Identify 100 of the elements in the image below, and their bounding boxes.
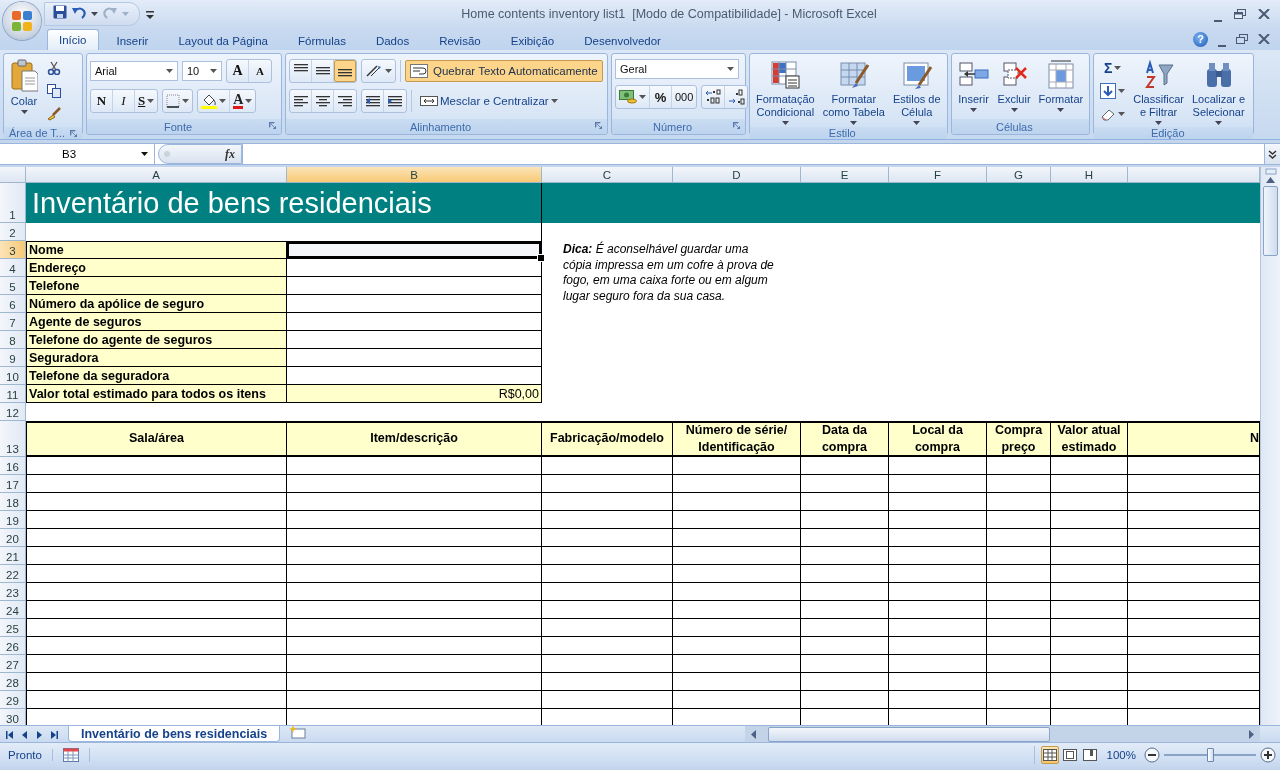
dialog-launcher-button[interactable] <box>70 130 79 139</box>
minus-circle-icon <box>1144 747 1160 763</box>
font-size-field[interactable]: 10 <box>182 61 222 81</box>
comma-style-button[interactable]: 000 <box>672 86 697 108</box>
slider-thumb[interactable] <box>1207 748 1214 762</box>
dialog-launcher-button[interactable] <box>733 122 742 131</box>
row-header[interactable]: 27 <box>0 655 26 673</box>
ribbon-tab[interactable]: Inserir <box>104 30 161 50</box>
value-cell[interactable] <box>287 331 542 349</box>
scroll-thumb[interactable] <box>1263 186 1278 256</box>
bold-button[interactable]: N <box>91 90 113 112</box>
ribbon-tab[interactable]: Dados <box>363 30 422 50</box>
zoom-out-button[interactable] <box>1144 747 1160 763</box>
fill-color-button[interactable] <box>198 90 231 112</box>
font-name-field[interactable]: Arial <box>90 61 178 81</box>
row-header[interactable]: 2 <box>0 223 26 241</box>
vertical-align-button[interactable] <box>334 60 356 82</box>
row-header[interactable]: 9 <box>0 349 26 367</box>
column-header[interactable]: C <box>542 167 673 183</box>
row-header[interactable]: 3 <box>0 241 26 259</box>
column-header[interactable]: G <box>987 167 1051 183</box>
ribbon-tab[interactable]: Desenvolvedor <box>572 30 673 50</box>
row-header[interactable]: 26 <box>0 637 26 655</box>
insert-button[interactable]: Inserir <box>954 56 993 112</box>
shrink-font-button[interactable]: A <box>249 60 271 82</box>
row-header[interactable]: 10 <box>0 367 26 385</box>
insert-function-button[interactable]: fx <box>225 146 235 162</box>
italic-button[interactable]: I <box>113 90 135 112</box>
office-button[interactable] <box>3 2 41 40</box>
name-box[interactable]: B3 <box>0 144 155 164</box>
column-header[interactable]: A <box>26 167 287 183</box>
delete-button[interactable]: Excluir <box>994 56 1034 112</box>
borders-icon <box>166 94 181 108</box>
row-header[interactable]: 7 <box>0 313 26 331</box>
scroll-thumb[interactable] <box>768 726 1050 742</box>
horizontal-scrollbar[interactable] <box>745 726 1260 742</box>
merge-center-button[interactable]: Mesclar e Centralizar <box>416 90 562 112</box>
fill-handle[interactable] <box>537 254 545 262</box>
dialog-launcher-button[interactable] <box>595 122 604 131</box>
dialog-launcher-button[interactable] <box>269 122 278 131</box>
column-header[interactable]: E <box>801 167 889 183</box>
row-header[interactable]: 4 <box>0 259 26 277</box>
percent-button[interactable]: % <box>650 86 672 108</box>
page-break-view-button[interactable] <box>1080 746 1099 764</box>
row-header[interactable]: 18 <box>0 493 26 511</box>
paste-button[interactable]: Colar <box>7 56 41 114</box>
row-header[interactable]: 29 <box>0 691 26 709</box>
value-cell[interactable] <box>287 259 542 277</box>
sort-button[interactable]: Classificar e Filtrar <box>1130 56 1187 125</box>
number-format-field[interactable]: Geral <box>615 59 739 79</box>
row-header[interactable]: 22 <box>0 565 26 583</box>
column-header[interactable]: F <box>889 167 987 183</box>
selected-cell[interactable] <box>286 241 542 259</box>
row-header[interactable]: 23 <box>0 583 26 601</box>
row-header[interactable]: 8 <box>0 331 26 349</box>
ribbon-tab[interactable]: Início <box>47 29 99 50</box>
normal-view-button[interactable] <box>1040 746 1059 764</box>
sheet-tab[interactable]: Inventário de bens residenciais <box>68 726 281 742</box>
value-cell[interactable] <box>287 313 542 331</box>
column-header[interactable]: B <box>287 167 542 183</box>
ribbon-tab[interactable]: Layout da Página <box>166 30 280 50</box>
find-button[interactable]: Localizar e Selecionar <box>1188 56 1249 125</box>
autosum-button[interactable]: Σ <box>1097 57 1129 79</box>
grow-font-button[interactable]: A <box>227 60 249 82</box>
page-layout-view-button[interactable] <box>1060 746 1079 764</box>
row-header[interactable]: 11 <box>0 385 26 403</box>
column-header[interactable]: D <box>673 167 801 183</box>
styles-button[interactable]: Estilos de Célula <box>889 56 944 125</box>
expand-formula-bar-button[interactable] <box>1264 144 1280 164</box>
table-button[interactable]: Formatar como Tabela <box>819 56 888 125</box>
zoom-in-button[interactable] <box>1260 747 1276 763</box>
row-header[interactable]: 17 <box>0 475 26 493</box>
row-header[interactable]: 30 <box>0 709 26 725</box>
row-header[interactable]: 28 <box>0 673 26 691</box>
wrap-text-button[interactable]: Quebrar Texto Automaticamente <box>405 60 603 82</box>
column-header[interactable]: H <box>1051 167 1128 183</box>
row-header[interactable]: 6 <box>0 295 26 313</box>
value-cell[interactable] <box>287 277 542 295</box>
row-header[interactable]: 12 <box>0 403 26 421</box>
field-value[interactable]: R$0,00 <box>287 385 542 403</box>
vertical-scrollbar[interactable] <box>1260 167 1280 725</box>
currency-button[interactable] <box>616 86 650 108</box>
row-header[interactable]: 5 <box>0 277 26 295</box>
value-cell[interactable] <box>287 295 542 313</box>
ribbon-tab[interactable]: Fórmulas <box>286 30 358 50</box>
row-header[interactable]: 1 <box>0 183 26 223</box>
row-header[interactable]: 21 <box>0 547 26 565</box>
row-header[interactable]: 13 <box>0 421 26 457</box>
conditional-button[interactable]: Formatação Condicional <box>753 56 818 125</box>
ribbon-tab[interactable]: Exibição <box>498 30 567 50</box>
ribbon-tab[interactable]: Revisão <box>427 30 493 50</box>
row-header[interactable]: 19 <box>0 511 26 529</box>
value-cell[interactable] <box>287 349 542 367</box>
undo-arrow-icon <box>71 5 87 19</box>
row-header[interactable]: 25 <box>0 619 26 637</box>
format-button[interactable]: Formatar <box>1035 56 1087 112</box>
row-header[interactable]: 24 <box>0 601 26 619</box>
row-header[interactable]: 20 <box>0 529 26 547</box>
row-header[interactable]: 16 <box>0 457 26 475</box>
underline-button[interactable]: S <box>135 90 158 112</box>
